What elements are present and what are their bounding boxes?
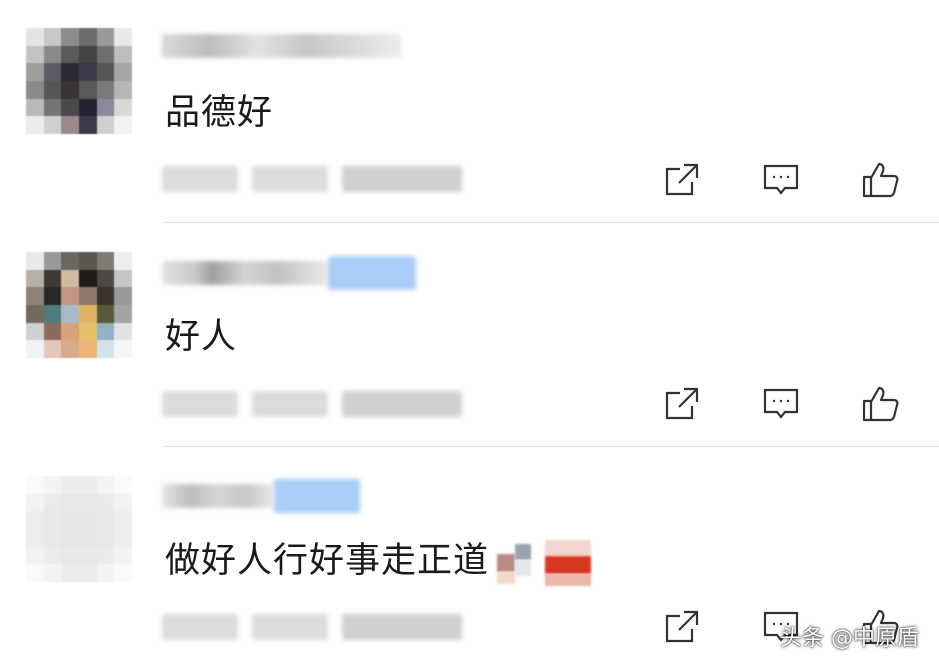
username[interactable] — [162, 476, 360, 516]
emoji-image — [493, 534, 603, 590]
comment-actions — [662, 384, 939, 424]
avatar[interactable] — [26, 28, 132, 134]
comment-meta — [162, 391, 462, 417]
badge — [328, 256, 416, 290]
divider — [163, 446, 939, 447]
username[interactable] — [162, 26, 402, 66]
comment-text: 品德好 — [165, 93, 274, 133]
avatar[interactable] — [26, 252, 132, 358]
like-icon[interactable] — [860, 384, 900, 424]
share-icon[interactable] — [662, 384, 702, 424]
comment-meta — [162, 614, 462, 640]
divider — [163, 222, 939, 223]
comment-text: 做好人行好事走正道 — [165, 532, 603, 590]
like-icon[interactable] — [860, 160, 900, 200]
avatar[interactable] — [26, 476, 132, 582]
comment-text-content: 做好人行好事走正道 — [165, 541, 490, 581]
reply-icon[interactable] — [761, 384, 801, 424]
reply-icon[interactable] — [761, 160, 801, 200]
share-icon[interactable] — [662, 160, 702, 200]
badge — [274, 479, 360, 513]
comment-actions — [662, 160, 939, 200]
share-icon[interactable] — [662, 607, 702, 647]
username[interactable] — [162, 253, 416, 293]
comment-meta — [162, 166, 462, 192]
watermark: 头条 @中原盾 — [780, 626, 919, 651]
comment-text: 好人 — [165, 317, 238, 357]
